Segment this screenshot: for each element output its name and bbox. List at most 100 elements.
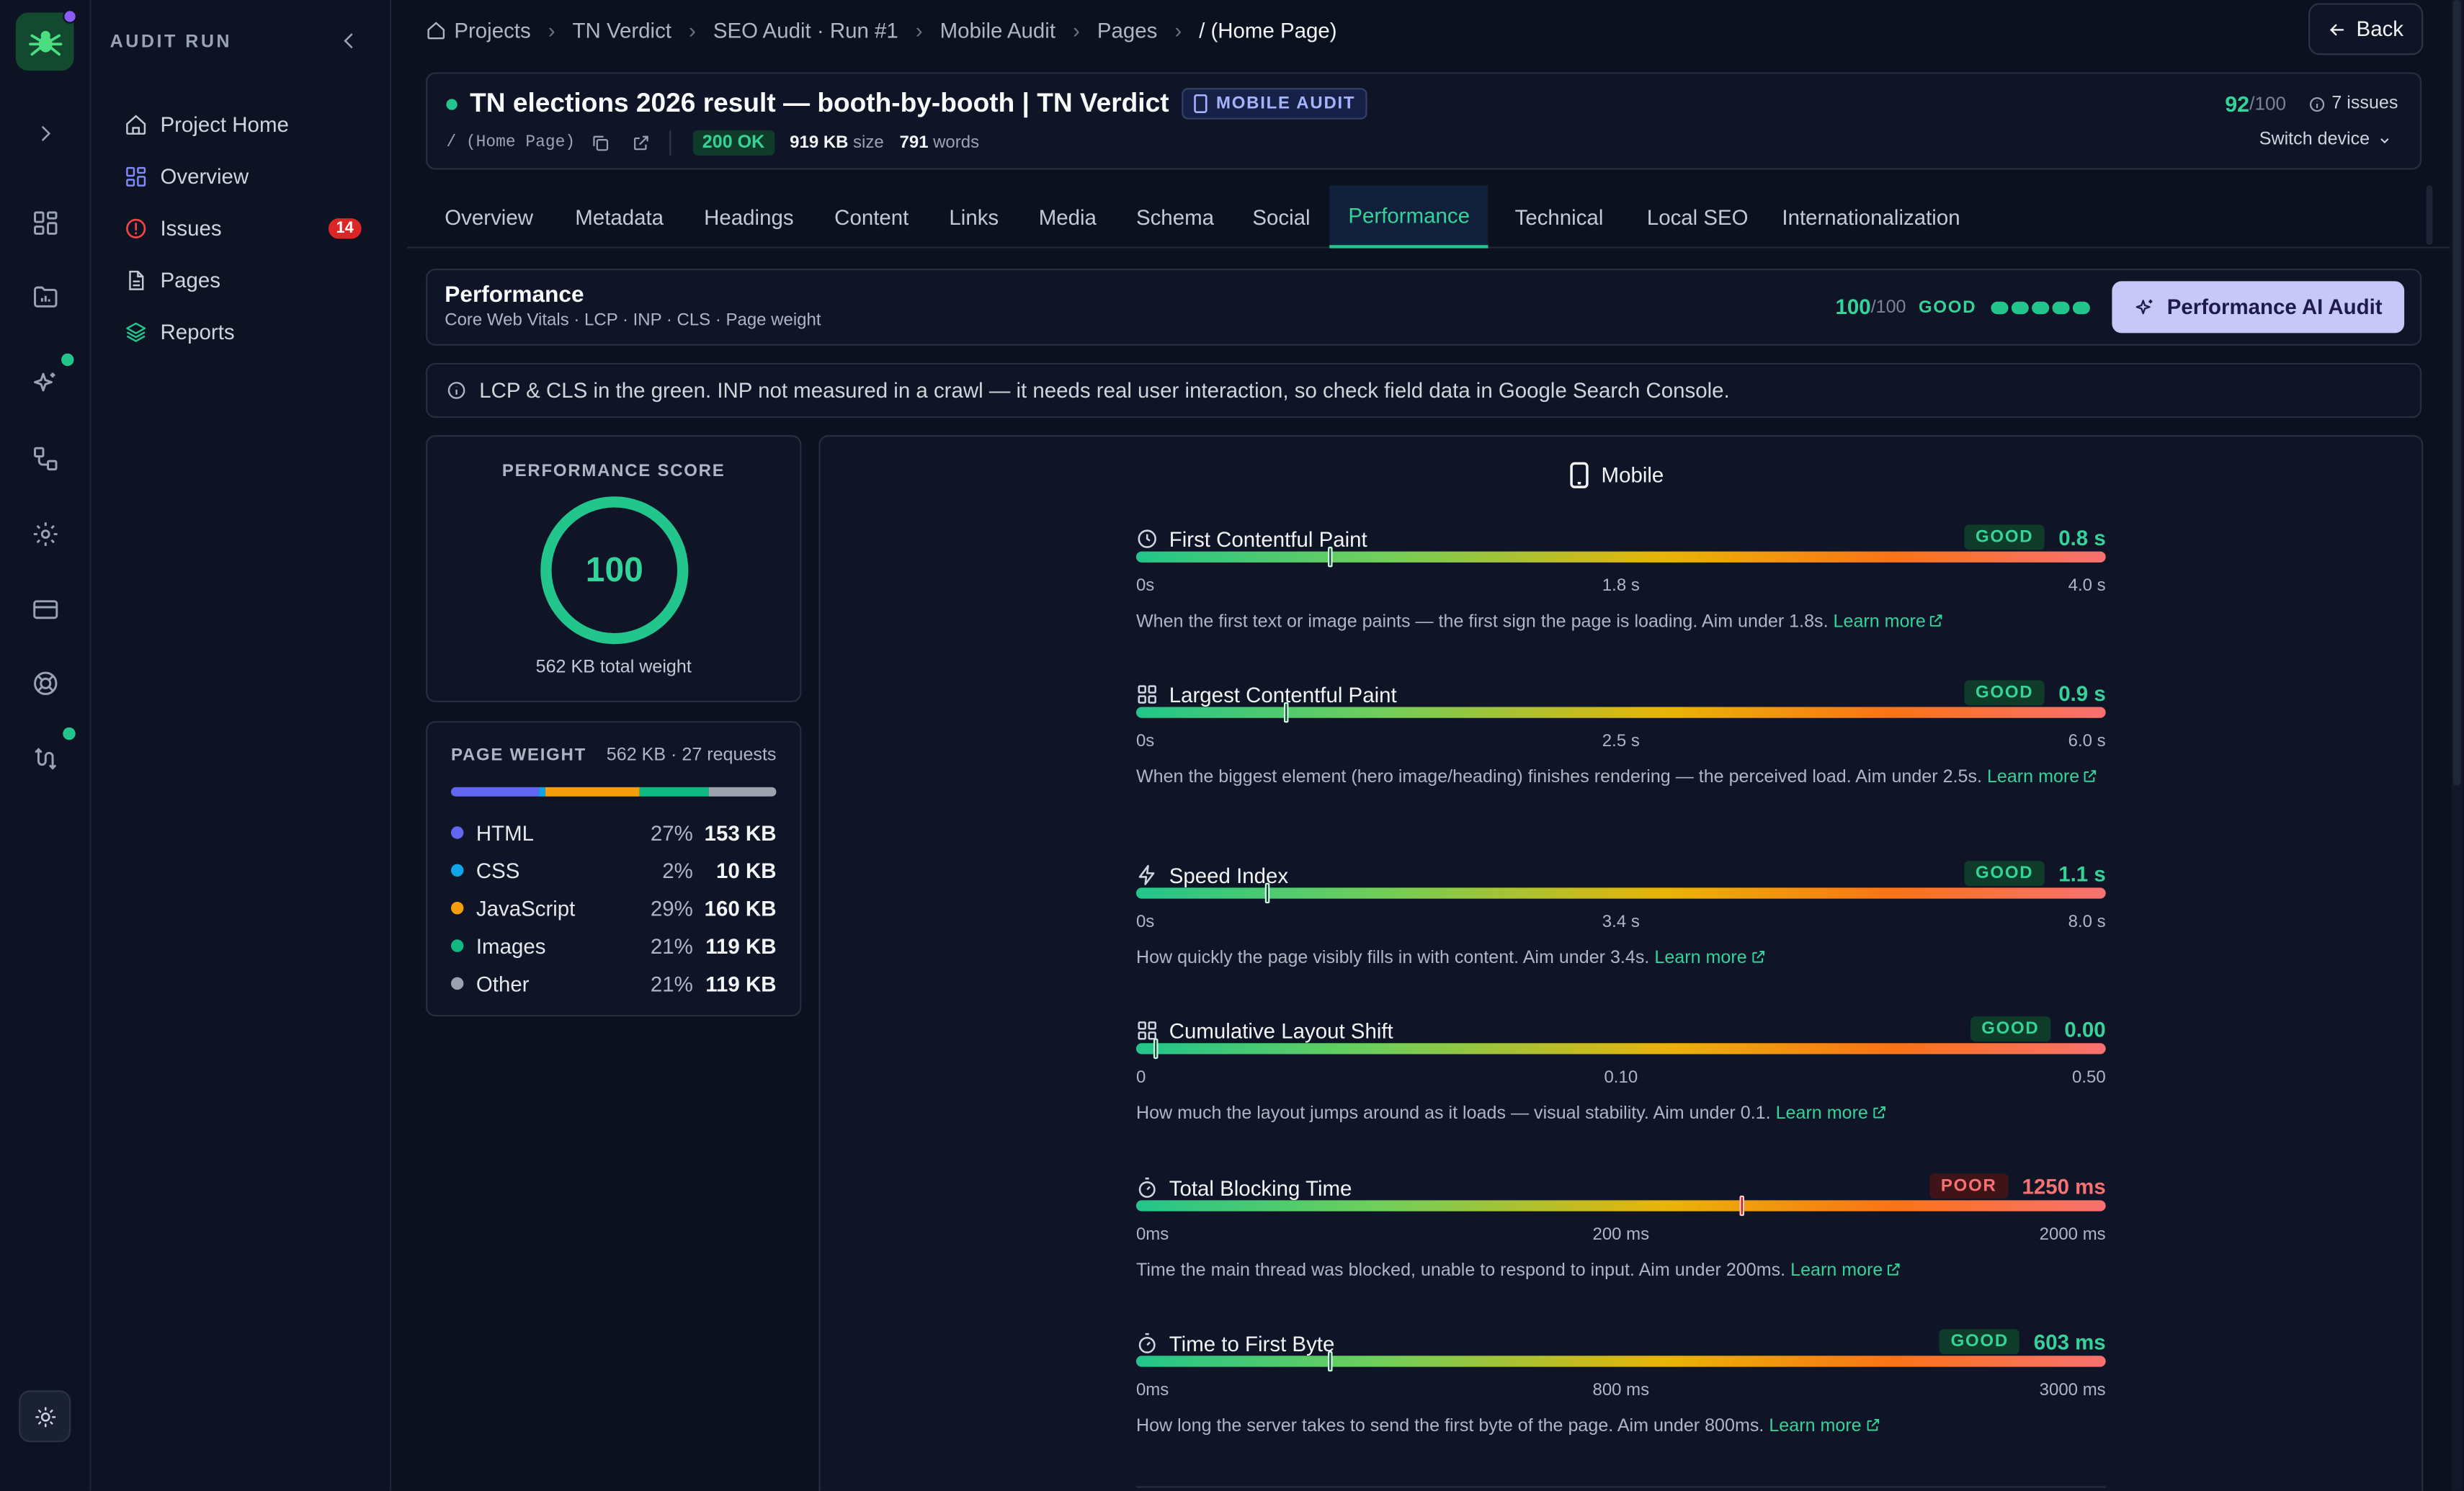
weight-percent: 29%: [650, 896, 693, 921]
back-button[interactable]: Back: [2308, 3, 2424, 55]
tab-local-seo[interactable]: Local SEO: [1628, 185, 1767, 248]
tick-label: 0.10: [1604, 1068, 1638, 1088]
legend-dot: [450, 864, 464, 877]
workflow-icon[interactable]: [27, 440, 64, 478]
sidebar-item-overview[interactable]: Overview: [122, 158, 362, 193]
route-icon[interactable]: [27, 740, 64, 777]
sidebar-item-issues[interactable]: Issues 14: [122, 210, 362, 245]
metric-ticks: 0ms 800 ms 3000 ms: [1136, 1381, 2106, 1403]
metric-description-text: Time the main thread was blocked, unable…: [1135, 1261, 1786, 1281]
grid-icon: [1136, 684, 1159, 706]
breadcrumb-link[interactable]: Pages: [1097, 18, 1157, 42]
sidebar-item-project-home[interactable]: Project Home: [122, 107, 362, 141]
tab-media[interactable]: Media: [1020, 185, 1116, 248]
credit-card-icon[interactable]: [27, 591, 64, 628]
icon-rail: [0, 0, 91, 1491]
metric-title: First Contentful Paint: [1136, 524, 1367, 552]
collapse-sidebar-icon[interactable]: [338, 30, 360, 52]
tab-overview[interactable]: Overview: [426, 185, 552, 248]
back-label: Back: [2356, 17, 2404, 41]
metric-rating-badge: GOOD: [1964, 680, 2045, 706]
learn-more-link[interactable]: Learn more: [1776, 1104, 1887, 1124]
performance-ai-audit-button[interactable]: Performance AI Audit: [2112, 281, 2405, 333]
performance-score-card: PERFORMANCE SCORE 100 562 KB total weigh…: [426, 435, 802, 702]
breadcrumb-link[interactable]: Mobile Audit: [940, 18, 1055, 42]
external-link-icon[interactable]: [632, 133, 651, 152]
spider-logo[interactable]: [15, 9, 77, 71]
tick-label: 0: [1135, 1068, 1146, 1088]
home-icon: [426, 19, 446, 40]
folder-chart-icon[interactable]: [27, 278, 64, 315]
breadcrumb-current: / (Home Page): [1199, 18, 1337, 42]
sidebar-item-pages[interactable]: Pages: [122, 262, 362, 297]
weight-type: JavaScript: [476, 896, 576, 921]
switch-device-dropdown[interactable]: Switch device: [2259, 130, 2392, 149]
dashboard-icon[interactable]: [27, 205, 64, 242]
page-title-row: TN elections 2026 result — booth-by-boot…: [446, 88, 1367, 120]
weight-type: Other: [476, 972, 530, 995]
tabs-scrollbar[interactable]: [2426, 185, 2433, 246]
copy-icon[interactable]: [591, 133, 610, 152]
tab-headings[interactable]: Headings: [685, 185, 813, 248]
page-size-label: size: [853, 133, 884, 153]
breadcrumb-link[interactable]: Projects: [454, 18, 530, 42]
metric-description: How quickly the page visibly fills in wi…: [1136, 947, 2106, 971]
metric-scale-bar: [1135, 1351, 2106, 1372]
page-scrollbar[interactable]: [2451, 0, 2463, 1491]
main-content: Projects › TN Verdict › SEO Audit · Run …: [391, 0, 2464, 1491]
page-score-max: /100: [2249, 92, 2287, 115]
tab-metadata[interactable]: Metadata: [556, 185, 682, 248]
device-label-row: Mobile: [1570, 462, 1664, 488]
weight-row: Other 21% 119 KB: [450, 970, 776, 998]
gear-icon[interactable]: [27, 515, 64, 552]
tick-label: 3000 ms: [2039, 1381, 2106, 1400]
page-weight-card: PAGE WEIGHT 562 KB · 27 requests HTML 27%…: [426, 721, 802, 1017]
issues-summary[interactable]: 7 issues: [2308, 94, 2398, 113]
metric-status: POOR 1250 ms: [1929, 1173, 2106, 1199]
tick-label: 0s: [1135, 576, 1155, 596]
sidebar-item-reports[interactable]: Reports: [122, 314, 362, 349]
tab-links[interactable]: Links: [930, 185, 1017, 248]
metric-marker: [1327, 1351, 1333, 1372]
breadcrumb-link[interactable]: SEO Audit · Run #1: [713, 18, 898, 42]
learn-more-link[interactable]: Learn more: [1769, 1417, 1880, 1436]
metric-rating-badge: GOOD: [1964, 524, 2045, 550]
tab-technical[interactable]: Technical: [1496, 185, 1622, 248]
learn-more-link[interactable]: Learn more: [1654, 949, 1765, 968]
learn-more-link[interactable]: Learn more: [1987, 769, 2098, 787]
info-icon: [2308, 95, 2326, 112]
chevron-right-icon[interactable]: [27, 115, 64, 152]
stopwatch-icon: [1136, 1333, 1159, 1355]
metric-description: When the biggest element (hero image/hea…: [1136, 766, 2106, 790]
learn-more-link[interactable]: Learn more: [1834, 613, 1945, 632]
learn-more-link[interactable]: Learn more: [1790, 1261, 1901, 1281]
metric-marker: [1739, 1195, 1745, 1217]
lightning-icon: [1136, 864, 1159, 887]
tick-label: 3.4 s: [1602, 913, 1640, 932]
score-ring: 100: [537, 493, 692, 648]
breadcrumb-link[interactable]: TN Verdict: [573, 18, 671, 42]
theme-toggle-button[interactable]: [19, 1390, 71, 1443]
tick-label: 2000 ms: [2039, 1225, 2106, 1245]
metric-value: 0.9 s: [2058, 681, 2106, 705]
total-weight: 562 KB total weight: [535, 658, 692, 678]
tick-label: 0ms: [1135, 1225, 1169, 1245]
dashboard-icon: [122, 164, 148, 189]
tab-performance[interactable]: Performance: [1329, 185, 1489, 248]
metric-scale-bar: [1135, 882, 2106, 904]
metric-name: Total Blocking Time: [1169, 1176, 1352, 1200]
sidebar-heading: AUDIT RUN: [110, 32, 233, 52]
weight-size: 119 KB: [705, 933, 777, 958]
tab-content[interactable]: Content: [816, 185, 928, 248]
weight-size: 160 KB: [704, 896, 777, 921]
lifebuoy-icon[interactable]: [27, 665, 64, 702]
legend-dot: [450, 901, 464, 915]
tab-social[interactable]: Social: [1233, 185, 1329, 248]
file-icon: [122, 267, 148, 292]
tab-internationalization[interactable]: Internationalization: [1763, 185, 1979, 248]
metric-status: GOOD 0.00: [1970, 1016, 2106, 1042]
section-tabs: Overview Metadata Headings Content Links…: [406, 185, 2450, 248]
sparkles-icon[interactable]: [27, 364, 64, 402]
weight-percent: 21%: [650, 972, 693, 995]
tab-schema[interactable]: Schema: [1117, 185, 1233, 248]
